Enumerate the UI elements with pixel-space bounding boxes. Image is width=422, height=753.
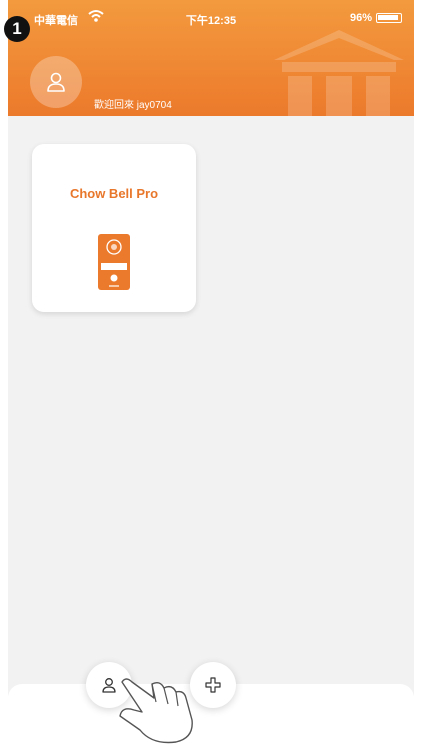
battery-icon <box>376 13 402 23</box>
building-watermark-icon <box>274 30 404 116</box>
pointing-hand-icon <box>119 678 193 744</box>
doorbell-device-icon <box>98 234 130 290</box>
battery-level-fill <box>378 15 398 20</box>
device-name: Chow Bell Pro <box>69 186 159 201</box>
add-icon <box>205 677 221 693</box>
welcome-message: 歡迎回來 jay0704 <box>94 100 172 111</box>
app-screen: 中華電信 下午12:35 96% 歡迎回來 jay0704 Chow Bell … <box>8 0 414 745</box>
status-bar: 中華電信 下午12:35 96% <box>8 0 414 34</box>
header: 中華電信 下午12:35 96% 歡迎回來 jay0704 <box>8 0 414 116</box>
device-card[interactable]: Chow Bell Pro <box>32 144 196 312</box>
step-number-badge: 1 <box>4 16 30 42</box>
user-icon <box>47 72 65 92</box>
user-avatar-button[interactable] <box>30 56 82 108</box>
battery-percent: 96% <box>349 12 372 24</box>
